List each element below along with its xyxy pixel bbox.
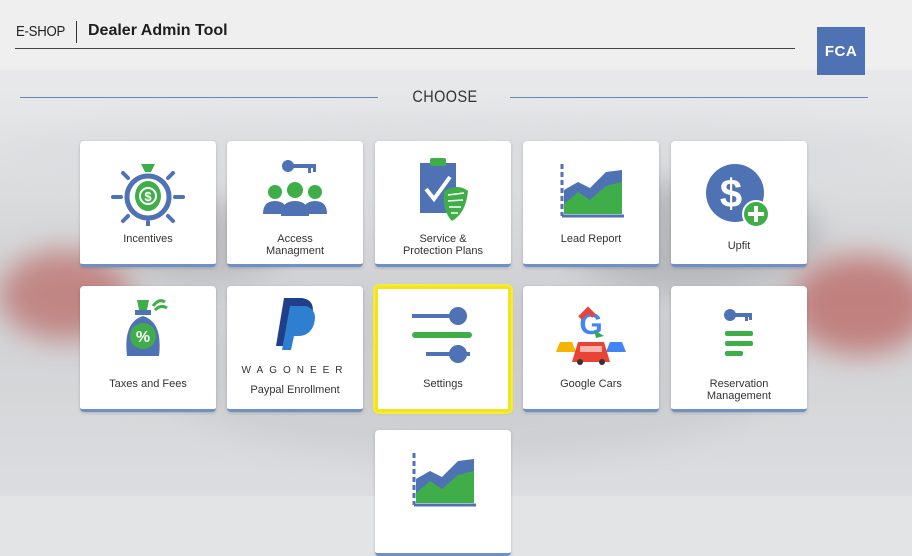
tile-label: Access Managment	[265, 233, 325, 257]
brand-prefix: E-SHOP	[16, 23, 66, 40]
key-users-icon	[227, 155, 363, 227]
tile-report[interactable]	[375, 430, 511, 556]
money-bag-target-icon: $	[80, 155, 216, 227]
section-title: CHOOSE	[412, 87, 478, 106]
tile-lead-report[interactable]: Lead Report	[523, 141, 659, 267]
tile-incentives[interactable]: $ Incentives	[80, 141, 216, 267]
key-list-icon	[671, 298, 807, 370]
header-underline	[15, 48, 795, 49]
tile-upfit[interactable]: $ Upfit	[671, 141, 807, 267]
tile-service-protection-plans[interactable]: Service & Protection Plans	[375, 141, 511, 267]
tile-google-cars[interactable]: G Google Cars	[523, 286, 659, 412]
tile-label: Reservation Management	[706, 378, 772, 402]
tile-label: Settings	[423, 378, 463, 390]
tile-label: Taxes and Fees	[109, 378, 187, 390]
google-cars-icon: G	[523, 300, 659, 372]
tile-reservation-management[interactable]: Reservation Management	[671, 286, 807, 412]
clipboard-shield-icon	[375, 155, 511, 227]
tile-taxes-and-fees[interactable]: % Taxes and Fees	[80, 286, 216, 412]
svg-text:$: $	[720, 172, 742, 216]
dollar-plus-icon: $	[671, 159, 807, 231]
tile-label: Incentives	[123, 233, 173, 245]
sliders-icon	[378, 299, 508, 371]
tile-paypal-enrollment[interactable]: WAGONEER Paypal Enrollment	[227, 286, 363, 412]
section-rule-left	[20, 97, 378, 98]
tile-label: Paypal Enrollment	[250, 384, 340, 396]
paypal-icon	[227, 292, 363, 352]
section-rule-right	[510, 97, 868, 98]
tile-access-managment[interactable]: Access Managment	[227, 141, 363, 267]
header-divider	[76, 21, 77, 43]
percent-bag-icon: %	[80, 294, 216, 366]
tile-label: Upfit	[727, 240, 751, 252]
wagoneer-wordmark: WAGONEER	[241, 365, 349, 376]
fca-logo[interactable]: FCA	[817, 27, 865, 75]
svg-text:$: $	[144, 189, 152, 204]
tile-label: Google Cars	[560, 378, 622, 390]
page-title: Dealer Admin Tool	[88, 22, 228, 39]
tile-label: Lead Report	[560, 233, 622, 245]
tile-label: Service & Protection Plans	[402, 233, 484, 257]
area-chart-icon	[375, 444, 511, 516]
tile-settings[interactable]: Settings	[373, 284, 513, 414]
svg-text:%: %	[136, 329, 150, 346]
area-chart-icon	[523, 155, 659, 227]
